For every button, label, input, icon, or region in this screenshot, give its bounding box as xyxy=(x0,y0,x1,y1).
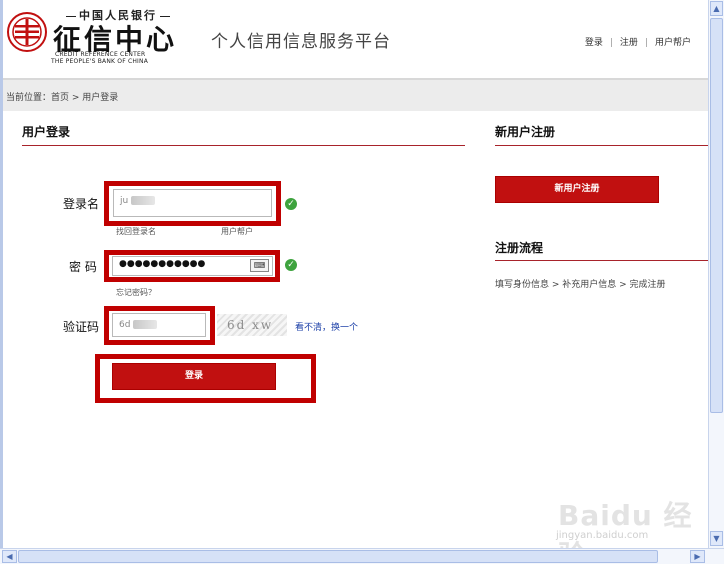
register-flow-steps: 填写身份信息 > 补充用户信息 > 完成注册 xyxy=(495,280,666,290)
vertical-scroll-thumb[interactable] xyxy=(710,18,723,413)
login-section-title: 用户登录 xyxy=(22,125,71,139)
password-valid-check-icon: ✓ xyxy=(285,259,297,271)
page: 中国人民银行 征信中心 CREDIT REFERENCE CENTER THE … xyxy=(3,0,708,548)
scroll-right-arrow-icon[interactable]: ▶ xyxy=(690,550,705,563)
breadcrumb-bar: 当前位置：首页 > 用户登录 xyxy=(3,78,708,111)
scroll-left-arrow-icon[interactable]: ◀ xyxy=(2,550,17,563)
baidu-watermark-url: jingyan.baidu.com xyxy=(556,530,649,541)
soft-keyboard-icon[interactable]: ⌨ xyxy=(250,259,269,272)
logo-english-line2: THE PEOPLE'S BANK OF CHINA xyxy=(51,58,149,65)
username-blurred-text xyxy=(131,196,156,205)
register-flow-title: 注册流程 xyxy=(495,241,544,255)
register-section-title: 新用户注册 xyxy=(495,125,556,139)
logo-emblem-icon xyxy=(7,12,47,52)
vertical-scrollbar[interactable]: ▲ ▼ xyxy=(708,0,724,548)
captcha-label: 验证码 xyxy=(63,320,100,334)
register-section-rule xyxy=(495,145,708,146)
nav-user-guide-link[interactable]: 用户帮户 xyxy=(655,35,691,48)
username-label: 登录名 xyxy=(63,197,100,211)
site-header: 中国人民银行 征信中心 CREDIT REFERENCE CENTER THE … xyxy=(3,0,708,78)
top-nav: 登录 | 注册 | 用户帮户 xyxy=(585,35,691,48)
username-valid-check-icon: ✓ xyxy=(285,198,297,210)
username-value: ju xyxy=(120,196,129,206)
forgot-password-link[interactable]: 忘记密码？ xyxy=(116,287,156,298)
password-value: ●●●●●●●●●●● xyxy=(119,259,206,269)
horizontal-scroll-thumb[interactable] xyxy=(18,550,658,563)
horizontal-scrollbar[interactable]: ◀ ▶ xyxy=(0,548,724,564)
nav-separator: | xyxy=(644,38,648,48)
password-label: 密 码 xyxy=(69,260,97,274)
captcha-blurred-text xyxy=(133,320,158,329)
find-username-link[interactable]: 找回登录名 xyxy=(116,226,156,237)
nav-register-link[interactable]: 注册 xyxy=(620,35,638,48)
login-submit-button[interactable]: 登录 xyxy=(112,363,276,390)
captcha-image[interactable]: 6d xw xyxy=(217,314,287,336)
logo-english-line1: CREDIT REFERENCE CENTER xyxy=(55,51,146,58)
breadcrumb: 当前位置：首页 > 用户登录 xyxy=(6,93,119,103)
captcha-value: 6d xyxy=(119,320,131,330)
nav-separator: | xyxy=(609,38,613,48)
captcha-input[interactable]: 6d xyxy=(112,313,206,337)
nav-login-link[interactable]: 登录 xyxy=(585,35,603,48)
scroll-down-arrow-icon[interactable]: ▼ xyxy=(710,531,723,546)
refresh-captcha-link[interactable]: 看不清，换一个 xyxy=(295,320,358,333)
scroll-up-arrow-icon[interactable]: ▲ xyxy=(710,1,723,16)
new-user-register-button[interactable]: 新用户注册 xyxy=(495,176,659,203)
login-section-rule xyxy=(22,145,465,146)
platform-title: 个人信用信息服务平台 xyxy=(211,32,391,52)
password-input[interactable]: ●●●●●●●●●●● xyxy=(112,256,273,276)
username-input[interactable]: ju xyxy=(113,189,272,217)
user-help-link[interactable]: 用户帮户 xyxy=(221,226,253,237)
register-flow-rule xyxy=(495,260,708,261)
